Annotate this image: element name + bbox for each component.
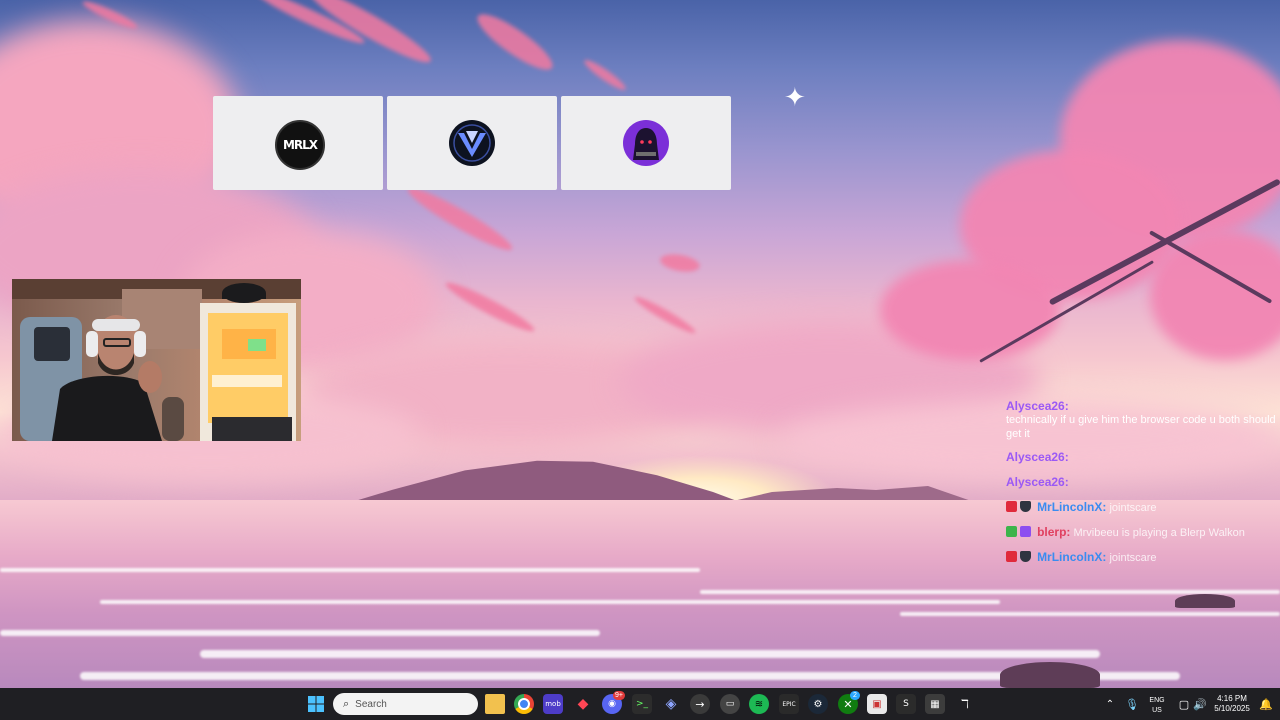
purple-badge-icon xyxy=(1020,526,1031,537)
epic-games-icon[interactable]: EPIC xyxy=(779,694,799,714)
search-icon: ⌕ xyxy=(343,697,350,710)
cloud-streak xyxy=(632,293,698,337)
chat-text: Mrvibeeu is playing a Blerp Walkon xyxy=(1073,527,1245,539)
wave xyxy=(200,650,1100,658)
green-badge-icon xyxy=(1006,526,1017,537)
chat-username: Alyscea26: xyxy=(1006,450,1069,464)
windows-start-icon[interactable] xyxy=(306,694,326,714)
cherry-tree-canopy xyxy=(880,260,1060,360)
chat-message: Alyscea26: xyxy=(1006,475,1276,490)
mobalytics-icon[interactable]: mob xyxy=(543,694,563,714)
chat-message: Alyscea26: xyxy=(1006,450,1276,465)
xbox-notification-badge: 2 xyxy=(850,691,860,700)
wave xyxy=(100,600,1000,604)
chat-message: Alyscea26: technically if u give him the… xyxy=(1006,399,1276,441)
chat-message: MrLincolnX: jointscare xyxy=(1006,550,1276,565)
chevron-up-icon[interactable]: ⌃ xyxy=(1100,694,1120,714)
chat-message: blerp: Mrvibeeu is playing a Blerp Walko… xyxy=(1006,525,1276,540)
chat-text: jointscare xyxy=(1109,552,1157,564)
terminal-icon[interactable]: >_ xyxy=(632,694,652,714)
cloud-streak xyxy=(658,251,702,275)
shield-badge-icon xyxy=(1020,551,1031,562)
thermaltake-icon[interactable]: ℸ xyxy=(955,694,975,714)
mrlx-logo-text: MRLX xyxy=(282,138,318,152)
cloud-streak xyxy=(581,56,629,94)
red-badge-icon xyxy=(1006,501,1017,512)
cloud-streak xyxy=(471,6,559,78)
valorant-icon[interactable]: ◆ xyxy=(573,694,593,714)
clock-date: 5/10/2025 xyxy=(1214,704,1250,713)
chat-username: Alyscea26: xyxy=(1006,475,1069,489)
steam-icon[interactable]: ⚙ xyxy=(808,694,828,714)
taskbar-search-box[interactable]: ⌕ Search xyxy=(333,693,478,715)
rock xyxy=(1000,662,1100,688)
notification-bell-icon[interactable]: 🔔 xyxy=(1256,694,1276,714)
cloud-streak xyxy=(303,0,437,71)
stream-app-icon[interactable]: ▣ xyxy=(867,694,887,714)
shield-badge-icon xyxy=(1020,501,1031,512)
hooded-figure-logo-icon xyxy=(623,120,669,166)
clock-time: 4:16 PM xyxy=(1217,694,1247,703)
arrow-app-icon[interactable]: → xyxy=(690,694,710,714)
webcam-feed-image xyxy=(12,279,301,441)
discord-notification-badge: 9+ xyxy=(613,691,625,700)
wave xyxy=(0,568,700,572)
red-badge-icon xyxy=(1006,551,1017,562)
language-top: ENG xyxy=(1149,697,1165,704)
webcam-overlay xyxy=(12,279,301,441)
logo-card-lv[interactable] xyxy=(387,96,557,190)
cloud-streak xyxy=(442,277,538,337)
wave xyxy=(0,630,600,636)
chat-username: blerp: xyxy=(1037,525,1071,539)
lv-logo-icon xyxy=(449,120,495,166)
windows-taskbar: ⌕ Search mob ◆ ◉ 9+ >_ ◈ → ▭ ≋ EPIC ⚙ ✕ … xyxy=(0,688,1280,720)
controller-app-icon[interactable]: ▭ xyxy=(720,694,740,714)
file-explorer-icon[interactable] xyxy=(485,694,505,714)
volume-icon[interactable]: 🔊 xyxy=(1190,694,1210,714)
calculator-icon[interactable]: ▦ xyxy=(925,694,945,714)
wave xyxy=(700,590,1280,594)
language-indicator[interactable]: ENG US xyxy=(1144,696,1170,716)
chat-username: MrLincolnX: xyxy=(1037,500,1107,514)
clock[interactable]: 4:16 PM 5/10/2025 xyxy=(1208,694,1256,714)
chat-username: MrLincolnX: xyxy=(1037,550,1107,564)
spotify-icon[interactable]: ≋ xyxy=(749,694,769,714)
streamer-bot-icon[interactable]: S xyxy=(896,694,916,714)
logo-card-hooded[interactable] xyxy=(561,96,731,190)
language-bottom: US xyxy=(1152,707,1162,714)
mrlx-logo-icon: MRLX xyxy=(275,120,325,170)
wave xyxy=(900,612,1280,616)
chat-text: jointscare xyxy=(1109,502,1157,514)
search-placeholder: Search xyxy=(355,698,387,710)
microphone-icon[interactable]: 🎙 xyxy=(1122,694,1142,714)
chat-text: technically if u give him the browser co… xyxy=(1006,414,1276,440)
arc-app-icon[interactable]: ◈ xyxy=(661,694,681,714)
stream-chat-overlay: Alyscea26: technically if u give him the… xyxy=(1006,399,1276,574)
logo-card-mrlx[interactable]: MRLX xyxy=(213,96,383,190)
chat-username: Alyscea26: xyxy=(1006,399,1069,413)
chrome-icon[interactable] xyxy=(514,694,534,714)
cloud-streak xyxy=(403,181,517,257)
chat-message: MrLincolnX: jointscare xyxy=(1006,500,1276,515)
rock xyxy=(1175,594,1235,608)
sparkle-star: ✦ xyxy=(784,82,806,112)
